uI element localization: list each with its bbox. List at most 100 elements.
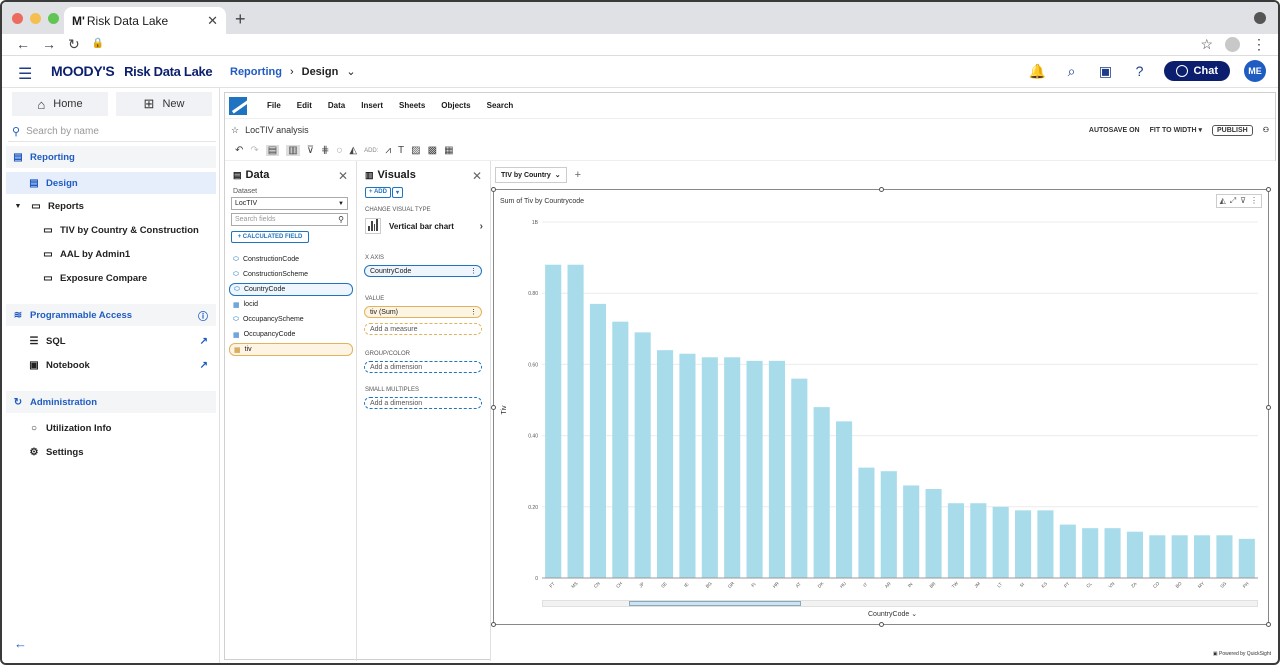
resize-handle[interactable] <box>1266 187 1271 192</box>
add-text-icon[interactable]: T <box>398 145 404 156</box>
bell-icon[interactable]: 🔔 <box>1028 63 1048 80</box>
sidebar-section-programmable-access[interactable]: ≋ Programmable Access ⓘ <box>6 304 216 326</box>
field-item[interactable]: ⬭ CountryCode <box>229 283 353 296</box>
more-options-icon[interactable]: ⋮ <box>470 267 477 275</box>
kebab-menu-icon[interactable]: ⋮ <box>1252 36 1266 53</box>
small-multiples-well[interactable]: Add a dimension <box>364 397 482 409</box>
x-axis-title[interactable]: CountryCode ⌄ <box>868 610 917 618</box>
sidebar-item-notebook[interactable]: ▣ Notebook ↗ <box>6 354 216 376</box>
value-field-well[interactable]: tiv (Sum) ⋮ <box>364 306 482 318</box>
menu-sheets[interactable]: Sheets <box>399 101 425 110</box>
resize-handle[interactable] <box>879 187 884 192</box>
visuals-pane-toggle-icon[interactable]: ▥ <box>286 145 300 156</box>
hamburger-menu-icon[interactable]: ☰ <box>18 64 32 84</box>
sidebar-item-report[interactable]: ▭ TIV by Country & Construction <box>6 219 216 241</box>
sidebar-section-reporting[interactable]: ▤ Reporting <box>6 146 216 168</box>
favorite-star-icon[interactable]: ☆ <box>231 125 239 136</box>
resize-handle[interactable] <box>1266 405 1271 410</box>
sidebar-item-reports[interactable]: ▼ ▭ Reports <box>6 195 216 217</box>
fit-to-width-dropdown[interactable]: FIT TO WIDTH ▾ <box>1150 126 1202 134</box>
field-item[interactable]: ⬭ ConstructionScheme <box>229 268 353 281</box>
resize-handle[interactable] <box>1266 622 1271 627</box>
menu-data[interactable]: Data <box>328 101 345 110</box>
add-image-icon[interactable]: ▨ <box>411 145 420 156</box>
sidebar-item-settings[interactable]: ⚙ Settings <box>6 441 216 463</box>
field-item[interactable]: ⬭ OccupancyScheme <box>229 313 353 326</box>
filter-icon[interactable]: ⊽ <box>307 145 314 156</box>
data-pane-toggle-icon[interactable]: ▤ <box>265 145 280 156</box>
browser-menu-icon[interactable] <box>1254 12 1266 24</box>
new-tab-icon[interactable]: + <box>235 9 246 30</box>
undo-icon[interactable]: ↶ <box>235 145 243 156</box>
sidebar-item-report[interactable]: ▭ AAL by Admin1 <box>6 243 216 265</box>
sheet-tab[interactable]: TIV by Country ⌄ <box>495 167 567 183</box>
sidebar-section-administration[interactable]: ↻ Administration <box>6 391 216 413</box>
chart-scrollbar-thumb[interactable] <box>629 601 801 606</box>
resize-handle[interactable] <box>491 405 496 410</box>
add-table-icon[interactable]: ▦ <box>444 145 453 156</box>
themes-icon[interactable]: ◭ <box>349 145 357 156</box>
sidebar-item-report[interactable]: ▭ Exposure Compare <box>6 267 216 289</box>
home-button[interactable]: ⌂ Home <box>12 92 108 116</box>
sidebar-item-utilization[interactable]: ○ Utilization Info <box>6 417 216 439</box>
menu-edit[interactable]: Edit <box>297 101 312 110</box>
add-sheet-icon[interactable]: + <box>575 169 581 181</box>
autosave-toggle[interactable]: AUTOSAVE ON <box>1089 127 1140 134</box>
close-window-button[interactable] <box>12 13 23 24</box>
group-color-well[interactable]: Add a dimension <box>364 361 482 373</box>
more-options-icon[interactable]: ⋮ <box>470 308 477 316</box>
resize-handle[interactable] <box>491 622 496 627</box>
field-item[interactable]: ⬭ ConstructionCode <box>229 253 353 266</box>
resize-handle[interactable] <box>879 622 884 627</box>
field-item[interactable]: ▦ tiv <box>229 343 353 356</box>
sidebar-item-sql[interactable]: ☰ SQL ↗ <box>6 330 216 352</box>
minimize-window-button[interactable] <box>30 13 41 24</box>
add-measure-well[interactable]: Add a measure <box>364 323 482 335</box>
bar-chart-visual[interactable]: Sum of Tiv by Countrycode ◭ ⤢ ⊽ ⋮ 0 0.20 0… <box>491 187 1271 627</box>
chat-button[interactable]: Chat <box>1163 61 1230 81</box>
info-icon[interactable]: ⓘ <box>198 308 208 323</box>
analysis-name[interactable]: LocTIV analysis <box>245 125 309 135</box>
profile-icon[interactable] <box>1225 37 1240 52</box>
reload-icon[interactable]: ↻ <box>68 36 80 53</box>
add-visual-button[interactable]: + ADD <box>365 187 391 198</box>
search-fields-input[interactable]: Search fields ⚲ <box>231 213 348 226</box>
chevron-down-icon[interactable]: ⌄ <box>346 65 355 78</box>
maximize-window-button[interactable] <box>48 13 59 24</box>
add-visual-dropdown-icon[interactable]: ▾ <box>391 187 403 198</box>
field-item[interactable]: ▦ OccupancyCode <box>229 328 353 341</box>
close-icon[interactable]: ✕ <box>472 169 482 183</box>
bookmark-star-icon[interactable]: ☆ <box>1200 36 1213 53</box>
add-visual-icon[interactable]: ⩘ <box>385 145 391 156</box>
redo-icon[interactable]: ↷ <box>250 145 258 156</box>
external-link-icon[interactable]: ↗ <box>200 360 208 371</box>
insights-icon[interactable]: ◌ <box>336 145 342 156</box>
visual-type-selector[interactable]: Vertical bar chart › <box>363 215 483 237</box>
brand-logo[interactable]: MOODY'S Risk Data Lake <box>51 63 213 79</box>
back-arrow-icon[interactable]: ← <box>16 36 30 53</box>
share-user-icon[interactable]: ⚇ <box>1263 126 1269 134</box>
avatar[interactable]: ME <box>1244 60 1266 82</box>
collapse-sidebar-icon[interactable]: ← <box>14 636 27 651</box>
publish-button[interactable]: PUBLISH <box>1211 124 1253 136</box>
x-axis-field-well[interactable]: CountryCode ⋮ <box>364 265 482 277</box>
menu-objects[interactable]: Objects <box>441 101 470 110</box>
external-link-icon[interactable]: ↗ <box>200 336 208 347</box>
close-icon[interactable]: ✕ <box>338 169 348 183</box>
help-icon[interactable]: ? <box>1130 63 1150 79</box>
field-item[interactable]: ▦ locid <box>229 298 353 311</box>
browser-tab[interactable]: M' Risk Data Lake ✕ <box>64 7 226 34</box>
add-insight-icon[interactable]: ▩ <box>428 145 437 156</box>
menu-search[interactable]: Search <box>487 101 514 110</box>
chart-scrollbar[interactable] <box>542 600 1258 607</box>
resize-handle[interactable] <box>491 187 496 192</box>
calculated-field-button[interactable]: + CALCULATED FIELD <box>231 231 309 243</box>
chevron-down-icon[interactable]: ⌄ <box>555 171 561 179</box>
forward-arrow-icon[interactable]: → <box>42 36 56 53</box>
new-button[interactable]: ⊞ New <box>116 92 212 116</box>
data-search-icon[interactable]: ⌕ <box>1062 63 1082 80</box>
menu-insert[interactable]: Insert <box>361 101 383 110</box>
menu-file[interactable]: File <box>267 101 281 110</box>
message-icon[interactable]: ▣ <box>1096 63 1116 80</box>
parameters-icon[interactable]: ⋕ <box>321 145 329 156</box>
